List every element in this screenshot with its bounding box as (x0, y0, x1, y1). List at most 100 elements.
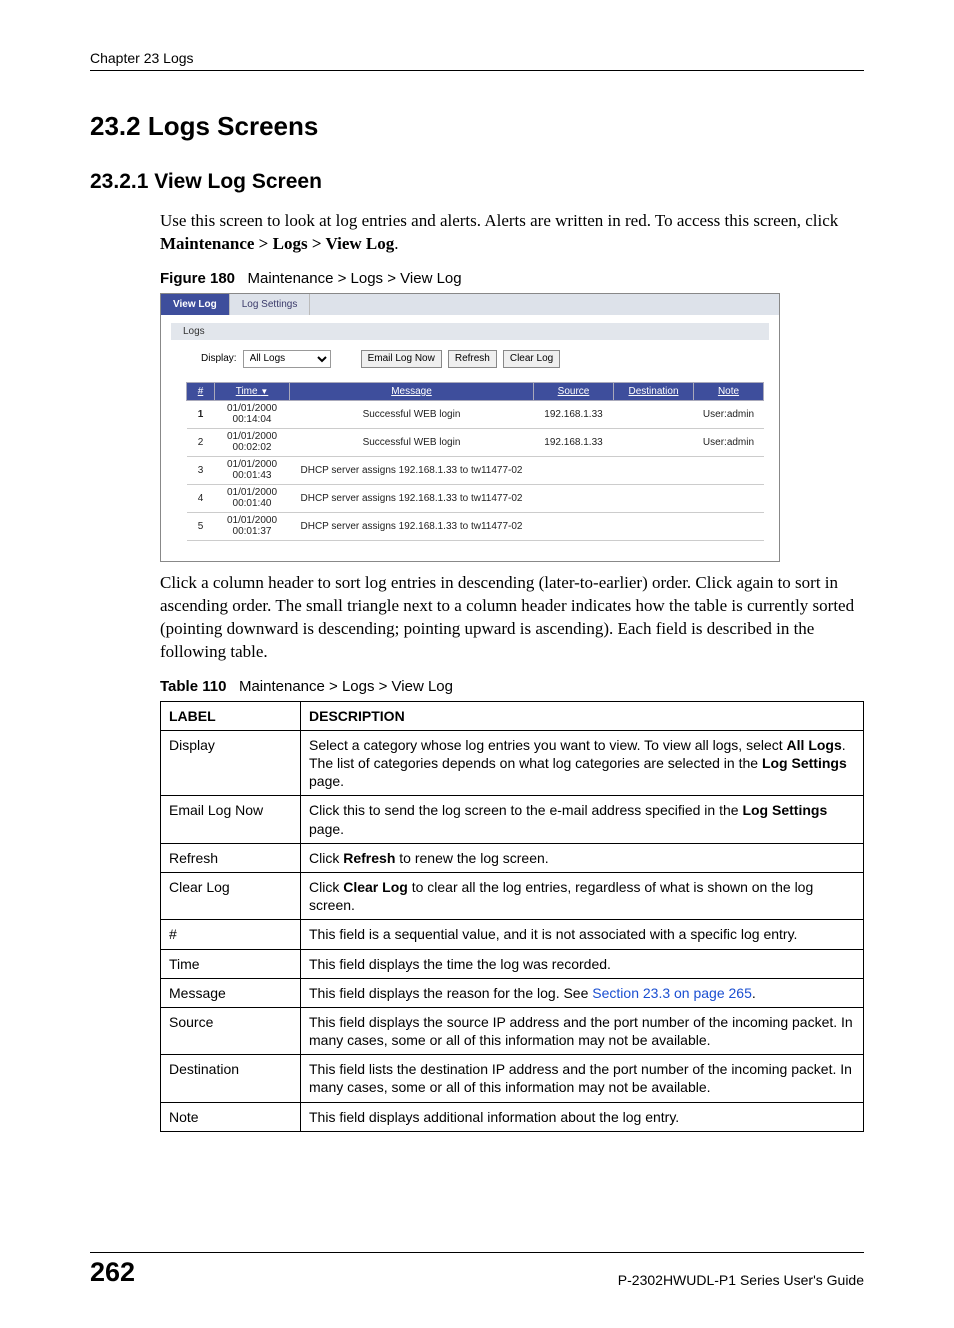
ref-desc: Click Refresh to renew the log screen. (301, 843, 864, 872)
cell-time-t: 00:01:43 (233, 470, 272, 481)
ref-label: Time (161, 949, 301, 978)
table-row: Source This field displays the source IP… (161, 1007, 864, 1054)
cell-msg: Successful WEB login (290, 428, 534, 456)
cell-num: 3 (187, 456, 215, 484)
chapter-header: Chapter 23 Logs (90, 50, 864, 71)
cell-time-d: 01/01/2000 (227, 459, 277, 470)
figure-label: Figure 180 (160, 270, 235, 287)
page-number: 262 (90, 1257, 135, 1288)
intro-text: Use this screen to look at log entries a… (160, 211, 838, 230)
table-row: Display Select a category whose log entr… (161, 730, 864, 796)
ref-label: # (161, 920, 301, 949)
ref-label: Source (161, 1007, 301, 1054)
table-row: Destination This field lists the destina… (161, 1055, 864, 1102)
col-time[interactable]: Time ▼ (215, 382, 290, 400)
cell-note (694, 456, 764, 484)
t: Select a category whose log entries you … (309, 737, 787, 753)
cell-src: 192.168.1.33 (534, 400, 614, 428)
cell-msg: DHCP server assigns 192.168.1.33 to tw11… (290, 512, 534, 540)
cell-dst (614, 456, 694, 484)
cell-msg: Successful WEB login (290, 400, 534, 428)
table-row: Clear Log Click Clear Log to clear all t… (161, 872, 864, 919)
table-row: Time This field displays the time the lo… (161, 949, 864, 978)
table-row: Refresh Click Refresh to renew the log s… (161, 843, 864, 872)
guide-title: P-2302HWUDL-P1 Series User's Guide (618, 1272, 864, 1288)
after-figure-paragraph: Click a column header to sort log entrie… (160, 572, 864, 664)
cell-time: 01/01/200000:14:04 (215, 400, 290, 428)
clear-log-button[interactable]: Clear Log (503, 350, 560, 368)
refresh-button[interactable]: Refresh (448, 350, 497, 368)
ref-desc: This field displays the time the log was… (301, 949, 864, 978)
cell-note: User:admin (694, 428, 764, 456)
b: Clear Log (343, 879, 408, 895)
ref-head-row: LABEL DESCRIPTION (161, 701, 864, 730)
b: Refresh (343, 850, 395, 866)
view-log-screenshot: View Log Log Settings Logs Display: All … (160, 293, 780, 562)
cell-time-t: 00:02:02 (233, 442, 272, 453)
ref-desc: This field displays the reason for the l… (301, 978, 864, 1007)
t: . (752, 985, 756, 1001)
col-source[interactable]: Source (534, 382, 614, 400)
tab-bar: View Log Log Settings (161, 294, 779, 315)
cell-dst (614, 400, 694, 428)
tab-view-log[interactable]: View Log (161, 294, 230, 315)
t: page. (309, 773, 344, 789)
figure-caption: Figure 180 Maintenance > Logs > View Log (160, 270, 864, 287)
tab-log-settings[interactable]: Log Settings (230, 294, 311, 315)
cell-time: 01/01/200000:01:40 (215, 484, 290, 512)
table-row: 1 01/01/200000:14:04 Successful WEB logi… (187, 400, 764, 428)
page-footer: 262 P-2302HWUDL-P1 Series User's Guide (90, 1252, 864, 1288)
table-label: Table 110 (160, 678, 226, 695)
figure-caption-text: Maintenance > Logs > View Log (248, 270, 462, 287)
table-row: 5 01/01/200000:01:37 DHCP server assigns… (187, 512, 764, 540)
cell-note: User:admin (694, 400, 764, 428)
email-log-now-button[interactable]: Email Log Now (361, 350, 442, 368)
t: Click (309, 850, 343, 866)
b: Log Settings (742, 802, 827, 818)
sort-desc-icon: ▼ (260, 387, 268, 396)
ref-desc: Select a category whose log entries you … (301, 730, 864, 796)
table-caption-text: Maintenance > Logs > View Log (239, 678, 453, 695)
view-log-body: Logs Display: All Logs Email Log Now Ref… (161, 315, 779, 561)
cell-time-d: 01/01/2000 (227, 431, 277, 442)
cell-src (534, 512, 614, 540)
b: Log Settings (762, 755, 847, 771)
cell-note (694, 512, 764, 540)
reference-table: LABEL DESCRIPTION Display Select a categ… (160, 701, 864, 1132)
table-caption: Table 110 Maintenance > Logs > View Log (160, 678, 864, 695)
log-entries-table: # Time ▼ Message Source Destination Note… (186, 382, 764, 541)
cell-time-d: 01/01/2000 (227, 487, 277, 498)
chapter-text: Chapter 23 Logs (90, 50, 194, 66)
ref-label: Clear Log (161, 872, 301, 919)
col-message[interactable]: Message (290, 382, 534, 400)
cell-time-d: 01/01/2000 (227, 403, 277, 414)
t: Click this to send the log screen to the… (309, 802, 742, 818)
table-row: Message This field displays the reason f… (161, 978, 864, 1007)
cell-time: 01/01/200000:01:43 (215, 456, 290, 484)
cell-num: 1 (187, 400, 215, 428)
table-row: Note This field displays additional info… (161, 1102, 864, 1131)
breadcrumb: Maintenance > Logs > View Log (160, 234, 394, 253)
breadcrumb-text: Maintenance > Logs > View Log (160, 234, 394, 253)
ref-label: Destination (161, 1055, 301, 1102)
cell-time-t: 00:01:37 (233, 526, 272, 537)
display-label: Display: (201, 353, 237, 364)
cell-dst (614, 484, 694, 512)
display-select[interactable]: All Logs (243, 350, 331, 368)
ref-label: Refresh (161, 843, 301, 872)
t: This field displays the reason for the l… (309, 985, 592, 1001)
cell-dst (614, 428, 694, 456)
col-note[interactable]: Note (694, 382, 764, 400)
cell-num: 5 (187, 512, 215, 540)
ref-label: Display (161, 730, 301, 796)
cell-num: 2 (187, 428, 215, 456)
table-row: # This field is a sequential value, and … (161, 920, 864, 949)
cell-time-t: 00:01:40 (233, 498, 272, 509)
col-destination[interactable]: Destination (614, 382, 694, 400)
cross-ref-link[interactable]: Section 23.3 on page 265 (592, 985, 752, 1001)
section-heading-1: 23.2 Logs Screens (90, 111, 864, 142)
cell-time-t: 00:14:04 (233, 414, 272, 425)
ref-label: Email Log Now (161, 796, 301, 843)
t: Click (309, 879, 343, 895)
col-num[interactable]: # (187, 382, 215, 400)
